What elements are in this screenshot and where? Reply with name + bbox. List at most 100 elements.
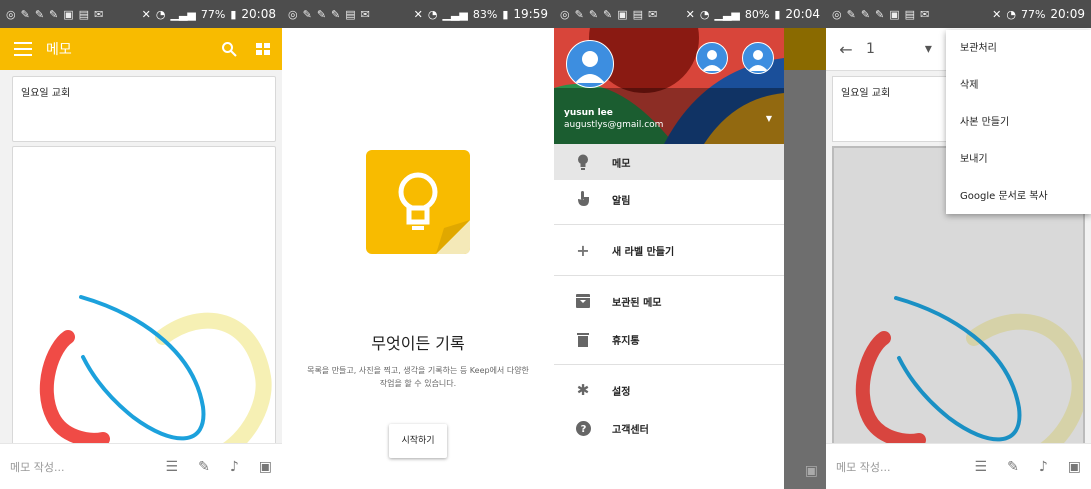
notification-icons: ◎ ✎ ✎ ✎ ▣ ▤ ✉ xyxy=(832,9,929,20)
mail-icon: ✉ xyxy=(94,7,104,21)
checklist-icon[interactable]: ☰ xyxy=(975,459,988,475)
pen-icon[interactable]: ✎ xyxy=(198,459,210,475)
pin-icon[interactable]: ▾ xyxy=(925,41,932,57)
wifi-icon: ◔ xyxy=(427,7,438,21)
dimmed-app-background[interactable]: ▣ xyxy=(784,28,826,489)
back-arrow-icon[interactable]: ← xyxy=(826,40,866,59)
menu-item-send[interactable]: 보내기 xyxy=(946,141,1091,178)
wrench-icon: ✎ xyxy=(603,7,613,21)
trash-icon xyxy=(572,332,594,347)
signal-icon: ▁▃▅ xyxy=(714,7,740,21)
status-bar: ◎ ✎ ✎ ✎ ▣ ▤ ✉ ✕ ◔ ▁▃▅ 77% ▮ 20:08 xyxy=(0,0,282,28)
camera-icon[interactable]: ▣ xyxy=(259,459,272,475)
battery-percent: 77% xyxy=(200,7,226,21)
signal-icon: ▁▃▅ xyxy=(442,7,468,21)
security-icon: ◎ xyxy=(832,7,842,21)
wrench-icon: ✎ xyxy=(846,7,856,21)
microphone-icon[interactable]: ♪ xyxy=(1039,459,1048,475)
welcome-heading: 무엇이든 기록 xyxy=(371,334,465,353)
menu-item-reminders[interactable]: 알림 xyxy=(554,180,784,218)
overflow-menu: 보관처리 삭제 사본 만들기 보내기 Google 문서로 복사 xyxy=(946,30,1091,214)
battery-percent: 80% xyxy=(744,7,770,21)
dropdown-arrow-icon[interactable]: ▼ xyxy=(766,114,772,123)
signal-icon: ▁▃▅ xyxy=(170,7,196,21)
account-header[interactable]: yusun lee augustlys@gmail.com ▼ xyxy=(554,28,784,144)
mute-icon: ✕ xyxy=(685,7,695,21)
secondary-avatar[interactable] xyxy=(742,42,774,74)
wifi-icon: ◔ xyxy=(155,7,166,21)
screenshot-icon: ▣ xyxy=(889,7,900,21)
pen-icon[interactable]: ✎ xyxy=(1007,459,1019,475)
drawing-note-card[interactable] xyxy=(12,146,276,458)
plus-icon: + xyxy=(576,240,590,260)
panel-note-overflow: ◎ ✎ ✎ ✎ ▣ ▤ ✉ ✕ ◔ 77% 20:09 ← 1 ▾ 일요일 교회… xyxy=(826,0,1091,489)
account-email: augustlys@gmail.com xyxy=(564,120,664,130)
svg-text:?: ? xyxy=(580,424,586,435)
wrench-icon: ✎ xyxy=(34,7,45,21)
search-icon[interactable] xyxy=(214,28,244,70)
wrench-icon: ✎ xyxy=(302,7,312,21)
microphone-icon[interactable]: ♪ xyxy=(230,459,239,475)
menu-item-settings[interactable]: ✱ 설정 xyxy=(554,371,784,409)
menu-item-help[interactable]: ? 고객센터 xyxy=(554,409,784,447)
battery-icon: ▮ xyxy=(774,7,781,21)
bottom-compose-bar: 메모 작성... ☰ ✎ ♪ ▣ xyxy=(0,443,282,489)
panel-navigation-drawer: ◎ ✎ ✎ ✎ ▣ ▤ ✉ ✕ ◔ ▁▃▅ 80% ▮ 20:04 ▣ yusu… xyxy=(554,0,826,489)
app-title: 메모 xyxy=(46,42,72,58)
status-bar: ◎ ✎ ✎ ✎ ▣ ▤ ✉ ✕ ◔ ▁▃▅ 80% ▮ 20:04 xyxy=(554,0,826,28)
menu-item-copy-to-docs[interactable]: Google 문서로 복사 xyxy=(946,178,1091,215)
store-icon: ▤ xyxy=(345,7,356,21)
menu-item-trash[interactable]: 휴지통 xyxy=(554,320,784,358)
menu-item-notes[interactable]: 메모 xyxy=(554,144,784,180)
mail-icon: ✉ xyxy=(920,7,930,21)
gear-icon: ✱ xyxy=(576,381,590,399)
notification-icons: ◎ ✎ ✎ ✎ ▣ ▤ ✉ xyxy=(560,9,657,20)
wrench-icon: ✎ xyxy=(574,7,584,21)
compose-input[interactable]: 메모 작성... xyxy=(10,459,64,475)
note-card[interactable]: 일요일 교회 xyxy=(12,76,276,142)
menu-item-archive[interactable]: 보관된 메모 xyxy=(554,282,784,320)
secondary-avatar[interactable] xyxy=(696,42,728,74)
camera-icon[interactable]: ▣ xyxy=(1068,459,1081,475)
menu-item-delete[interactable]: 삭제 xyxy=(946,67,1091,104)
mail-icon: ✉ xyxy=(648,7,658,21)
menu-item-label: 알림 xyxy=(612,195,631,207)
store-icon: ▤ xyxy=(904,7,916,21)
menu-item-label: 휴지통 xyxy=(612,335,640,347)
battery-percent: 77% xyxy=(1020,7,1046,21)
start-button[interactable]: 시작하기 xyxy=(389,424,447,458)
screenshot-icon: ▣ xyxy=(617,7,628,21)
mute-icon: ✕ xyxy=(141,7,151,21)
description-line: 목록을 만들고, 사진을 찍고, 생각을 기록하는 등 Keep에서 다양한 xyxy=(307,366,529,375)
drawing-canvas xyxy=(39,295,272,457)
wrench-icon: ✎ xyxy=(20,7,30,21)
red-stroke xyxy=(39,330,110,447)
menu-item-label: 고객센터 xyxy=(612,424,649,436)
camera-icon: ▣ xyxy=(804,463,818,479)
compose-input[interactable]: 메모 작성... xyxy=(836,459,890,475)
menu-item-label: 설정 xyxy=(612,386,631,398)
archive-icon xyxy=(572,294,594,308)
wifi-icon: ◔ xyxy=(1006,7,1016,21)
mail-icon: ✉ xyxy=(360,7,370,21)
wrench-icon: ✎ xyxy=(331,7,341,21)
bottom-compose-bar: 메모 작성... ☰ ✎ ♪ ▣ xyxy=(826,443,1091,489)
clock: 19:59 xyxy=(513,7,548,21)
store-icon: ▤ xyxy=(632,7,644,21)
menu-item-copy[interactable]: 사본 만들기 xyxy=(946,104,1091,141)
checklist-icon[interactable]: ☰ xyxy=(166,459,179,475)
wrench-icon: ✎ xyxy=(49,7,59,21)
mute-icon: ✕ xyxy=(413,7,423,21)
status-bar: ◎ ✎ ✎ ✎ ▣ ▤ ✉ ✕ ◔ 77% 20:09 xyxy=(826,0,1091,28)
note-title: 일요일 교회 xyxy=(21,88,71,99)
menu-divider xyxy=(554,224,784,225)
menu-item-label: 메모 xyxy=(612,158,631,170)
grid-view-icon[interactable] xyxy=(244,28,282,70)
avatar[interactable] xyxy=(566,40,614,88)
menu-item-archive[interactable]: 보관처리 xyxy=(946,30,1091,67)
battery-percent: 83% xyxy=(472,7,498,21)
menu-item-new-label[interactable]: + 새 라벨 만들기 xyxy=(554,231,784,269)
wrench-icon: ✎ xyxy=(588,7,599,21)
hamburger-menu-icon[interactable] xyxy=(0,28,46,70)
battery-icon: ▮ xyxy=(502,7,509,21)
